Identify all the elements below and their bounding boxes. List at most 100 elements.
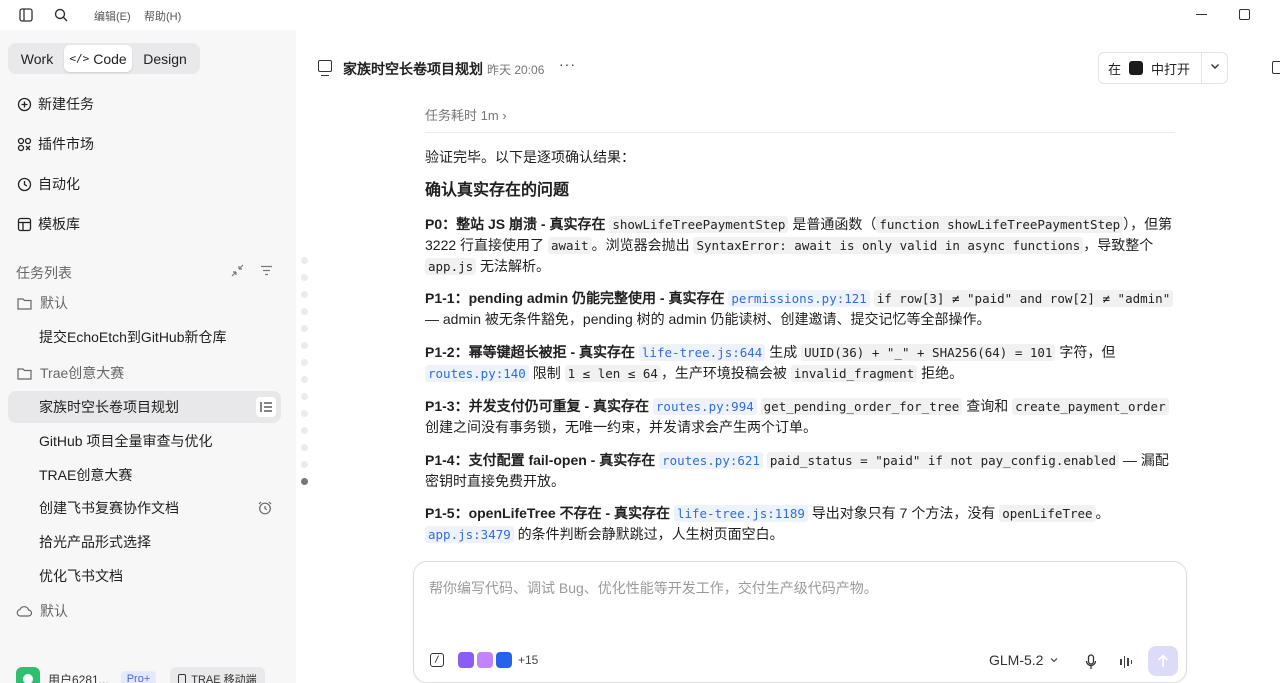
mobile-app-button[interactable]: TRAE 移动端 bbox=[170, 667, 265, 683]
inline-code: SyntaxError: await is only valid in asyn… bbox=[693, 237, 1084, 254]
progress-dot[interactable] bbox=[301, 291, 308, 298]
nav-new-task[interactable]: 新建任务 bbox=[16, 92, 94, 116]
avatar[interactable] bbox=[16, 667, 40, 683]
page-title: 家族时空长卷项目规划 bbox=[343, 61, 483, 77]
user-bar: 用户6281... Pro+ TRAE 移动端 bbox=[16, 666, 265, 683]
maximize-icon[interactable] bbox=[1239, 9, 1250, 20]
menu-help[interactable]: 帮助(H) bbox=[144, 8, 181, 24]
task-item-label: 提交EchoEtch到GitHub新仓库 bbox=[39, 329, 227, 345]
image-plugin-icon[interactable] bbox=[477, 652, 493, 668]
inline-code: create_payment_order bbox=[1012, 398, 1169, 415]
group-trae-label: Trae创意大赛 bbox=[40, 365, 125, 381]
progress-dot[interactable] bbox=[301, 461, 308, 468]
progress-dot[interactable] bbox=[301, 393, 308, 400]
nav-plugins-label: 插件市场 bbox=[38, 136, 94, 152]
mode-design[interactable]: Design bbox=[132, 45, 198, 72]
progress-dot[interactable] bbox=[301, 359, 308, 366]
progress-dot[interactable] bbox=[301, 274, 308, 281]
inline-code: await bbox=[547, 237, 592, 254]
nav-automation[interactable]: 自动化 bbox=[16, 172, 80, 196]
model-selector[interactable]: GLM-5.2 bbox=[989, 652, 1059, 668]
text: 限制 bbox=[528, 365, 565, 381]
progress-dot[interactable] bbox=[301, 257, 308, 264]
issue-title: P1-3：并发支付仍可重复 - 真实存在 bbox=[425, 398, 650, 414]
file-link[interactable]: app.js:3479 bbox=[425, 526, 514, 543]
panel-toggle-icon[interactable] bbox=[1272, 61, 1280, 74]
group-trae[interactable]: Trae创意大赛 bbox=[16, 362, 124, 384]
progress-dot[interactable] bbox=[301, 325, 308, 332]
task-item-label: GitHub 项目全量审查与优化 bbox=[39, 433, 213, 449]
collapse-icon[interactable] bbox=[231, 264, 244, 280]
file-link[interactable]: life-tree.js:1189 bbox=[673, 505, 808, 522]
plugin-icon bbox=[16, 136, 32, 152]
task-item[interactable]: GitHub 项目全量审查与优化 bbox=[8, 425, 281, 457]
voice-wave-icon[interactable] bbox=[1120, 654, 1134, 670]
nav-plugins[interactable]: 插件市场 bbox=[16, 132, 94, 156]
chevron-down-icon bbox=[1049, 652, 1059, 668]
alarm-icon[interactable] bbox=[257, 500, 273, 516]
send-button[interactable] bbox=[1148, 646, 1178, 676]
slash-command-icon[interactable]: / bbox=[430, 653, 444, 667]
text: 。 bbox=[1095, 505, 1110, 521]
task-item-label: 优化飞书文档 bbox=[39, 568, 123, 584]
mode-switcher: Work </> Code Design bbox=[8, 43, 200, 74]
more-icon[interactable]: ··· bbox=[559, 56, 576, 72]
prompt-input[interactable] bbox=[429, 578, 1169, 618]
inline-code: app.js bbox=[425, 258, 477, 275]
task-list-icon[interactable] bbox=[256, 397, 276, 417]
task-item-label: 家族时空长卷项目规划 bbox=[39, 399, 179, 415]
scroll-progress bbox=[301, 257, 309, 495]
text: 生成 bbox=[765, 344, 802, 360]
task-item-active[interactable]: 家族时空长卷项目规划 bbox=[8, 391, 281, 423]
plan-badge: Pro+ bbox=[120, 671, 157, 683]
nav-templates[interactable]: 模板库 bbox=[16, 212, 80, 236]
group-cloud-default-label: 默认 bbox=[40, 603, 68, 619]
group-default[interactable]: 默认 bbox=[16, 292, 68, 314]
task-item[interactable]: 优化飞书文档 bbox=[8, 560, 281, 592]
group-cloud-default[interactable]: 默认 bbox=[16, 600, 68, 622]
issue-title: P1-5：openLifeTree 不存在 - 真实存在 bbox=[425, 505, 671, 521]
azure-plugin-icon[interactable] bbox=[496, 652, 512, 668]
search-icon[interactable] bbox=[53, 7, 69, 23]
microphone-icon[interactable] bbox=[1084, 654, 1098, 670]
minimize-icon[interactable] bbox=[1196, 14, 1207, 15]
progress-dot-current[interactable] bbox=[301, 478, 308, 485]
task-item[interactable]: TRAE创意大赛 bbox=[8, 459, 281, 491]
menu-edit[interactable]: 编辑(E) bbox=[94, 8, 131, 24]
task-item[interactable]: 拾光产品形式选择 bbox=[8, 526, 281, 558]
open-in-button[interactable]: 在 中打开 bbox=[1098, 52, 1228, 84]
mode-work[interactable]: Work bbox=[10, 45, 64, 72]
file-link[interactable]: routes.py:140 bbox=[425, 365, 529, 382]
progress-dot[interactable] bbox=[301, 308, 308, 315]
video-plugin-icon[interactable] bbox=[458, 652, 474, 668]
progress-dot[interactable] bbox=[301, 410, 308, 417]
mode-work-label: Work bbox=[20, 50, 54, 67]
text: 拒绝。 bbox=[917, 365, 964, 381]
progress-dot[interactable] bbox=[301, 376, 308, 383]
file-link[interactable]: permissions.py:121 bbox=[728, 290, 870, 307]
text: 无法解析。 bbox=[476, 258, 551, 274]
task-item[interactable]: 创建飞书复赛协作文档 bbox=[8, 492, 281, 524]
phone-icon bbox=[178, 673, 187, 683]
divider bbox=[425, 132, 1175, 133]
conversation-header: 家族时空长卷项目规划 昨天 20:06 ··· 在 中打开 bbox=[296, 30, 1280, 104]
file-link[interactable]: routes.py:621 bbox=[659, 452, 763, 469]
mode-code[interactable]: </> Code bbox=[64, 45, 132, 72]
file-link[interactable]: life-tree.js:644 bbox=[638, 344, 766, 361]
progress-dot[interactable] bbox=[301, 427, 308, 434]
terminal-icon bbox=[1129, 61, 1144, 75]
task-duration[interactable]: 任务耗时 1m › bbox=[425, 105, 507, 126]
issue-p1-4: P1-4：支付配置 fail-open - 真实存在 routes.py:621… bbox=[425, 450, 1175, 492]
chat-input-box: / +15 GLM-5.2 bbox=[413, 561, 1187, 683]
filter-icon[interactable] bbox=[260, 264, 273, 280]
task-item[interactable]: 提交EchoEtch到GitHub新仓库 bbox=[8, 321, 281, 353]
chevron-down-icon[interactable] bbox=[1209, 60, 1221, 75]
user-name[interactable]: 用户6281... bbox=[48, 671, 109, 683]
file-link[interactable]: routes.py:994 bbox=[652, 398, 757, 415]
progress-dot[interactable] bbox=[301, 444, 308, 451]
inline-code: invalid_fragment bbox=[790, 365, 918, 382]
sidebar-toggle-icon[interactable] bbox=[18, 7, 34, 23]
task-item-label: TRAE创意大赛 bbox=[39, 467, 133, 483]
more-plugins-count[interactable]: +15 bbox=[518, 653, 538, 667]
progress-dot[interactable] bbox=[301, 342, 308, 349]
